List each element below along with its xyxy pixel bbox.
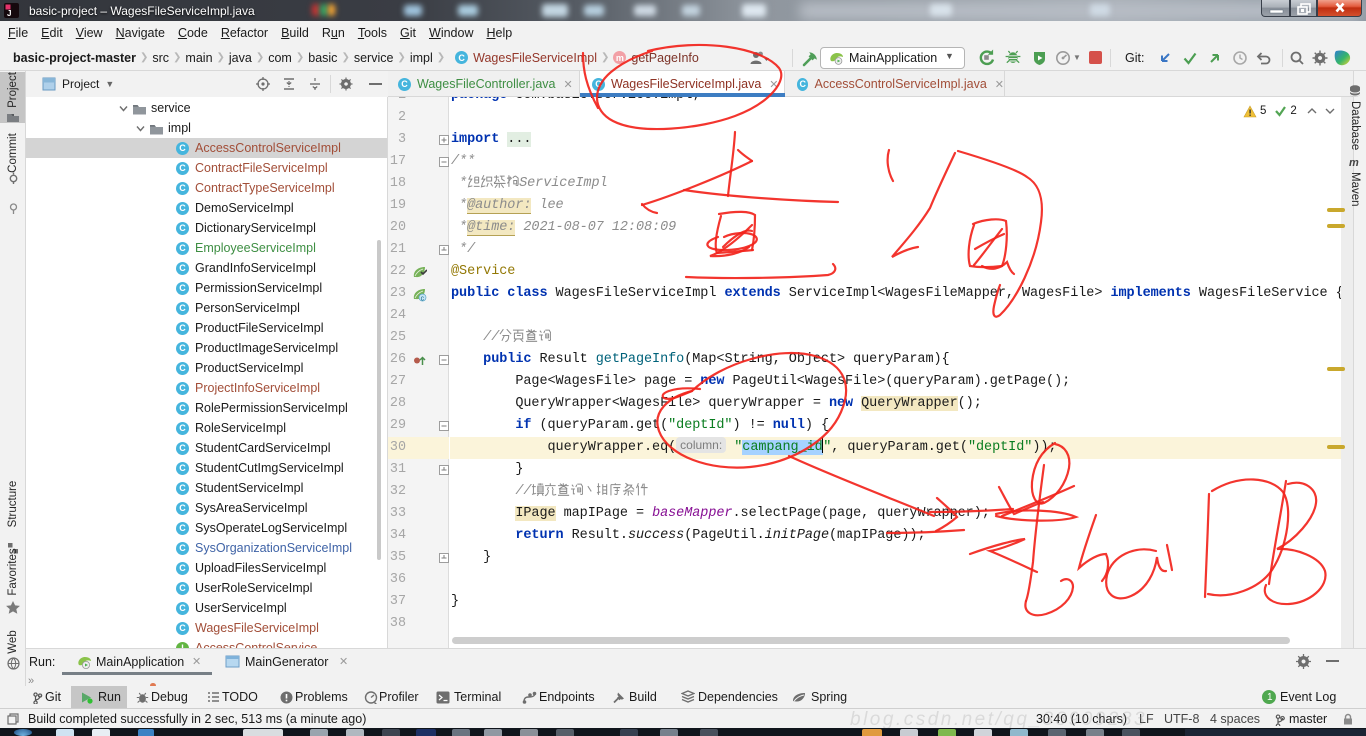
svg-text:J: J	[7, 9, 11, 18]
svg-text:c: c	[421, 295, 425, 302]
svg-text:m: m	[1349, 157, 1359, 168]
